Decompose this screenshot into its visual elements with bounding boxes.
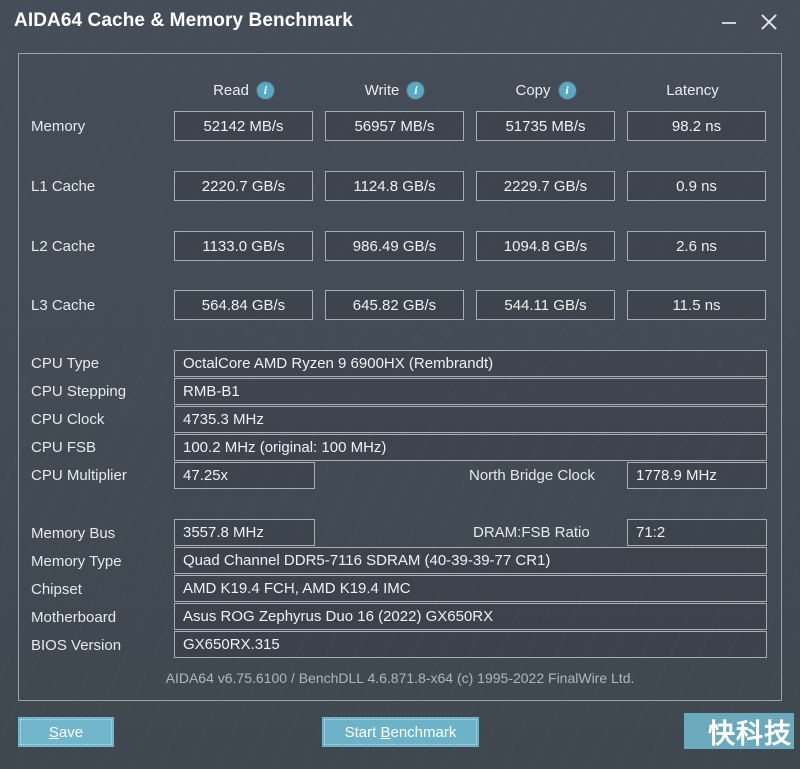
label-cpu-fsb: CPU FSB <box>31 439 97 456</box>
value-l1-write: 1124.8 GB/s <box>325 171 464 201</box>
label-cpu-clock: CPU Clock <box>31 411 105 428</box>
save-suffix: ave <box>58 723 84 741</box>
label-cpu-multiplier: CPU Multiplier <box>31 467 127 484</box>
value-cpu-clock: 4735.3 MHz <box>174 406 767 433</box>
value-l3-read: 564.84 GB/s <box>174 290 313 320</box>
value-l2-write: 986.49 GB/s <box>325 231 464 261</box>
value-bios-version: GX650RX.315 <box>174 631 767 658</box>
version-text: AIDA64 v6.75.6100 / BenchDLL 4.6.871.8-x… <box>165 670 635 686</box>
row-label-l1-cache: L1 Cache <box>31 178 96 195</box>
value-north-bridge-clock: 1778.9 MHz <box>627 462 767 489</box>
info-icon-write[interactable]: i <box>407 81 425 99</box>
value-l2-copy: 1094.8 GB/s <box>476 231 615 261</box>
label-north-bridge-clock: North Bridge Clock <box>469 467 595 484</box>
page-title: AIDA64 Cache & Memory Benchmark <box>14 10 353 31</box>
value-l2-latency: 2.6 ns <box>627 231 766 261</box>
label-chipset: Chipset <box>31 581 82 598</box>
close-icon[interactable] <box>752 6 786 38</box>
value-dram-fsb-ratio: 71:2 <box>627 519 767 546</box>
save-accel: S <box>48 723 59 741</box>
title-bar: AIDA64 Cache & Memory Benchmark <box>0 0 800 46</box>
start-prefix: Start <box>344 723 381 741</box>
value-l1-read: 2220.7 GB/s <box>174 171 313 201</box>
value-motherboard: Asus ROG Zephyrus Duo 16 (2022) GX650RX <box>174 603 767 630</box>
row-label-l2-cache: L2 Cache <box>31 238 96 255</box>
value-cpu-fsb: 100.2 MHz (original: 100 MHz) <box>174 434 767 461</box>
label-memory-type: Memory Type <box>31 553 122 570</box>
start-suffix: enchmark <box>390 723 457 741</box>
value-cpu-multiplier: 47.25x <box>174 462 315 489</box>
column-header-latency: Latency <box>666 81 719 99</box>
column-header-write: Write i <box>325 78 464 102</box>
label-memory-bus: Memory Bus <box>31 525 116 542</box>
label-dram-fsb-ratio: DRAM:FSB Ratio <box>473 524 590 541</box>
value-cpu-type: OctalCore AMD Ryzen 9 6900HX (Rembrandt) <box>174 350 767 377</box>
value-l3-write: 645.82 GB/s <box>325 290 464 320</box>
start-benchmark-button[interactable]: Start Benchmark <box>322 717 479 747</box>
label-motherboard: Motherboard <box>31 609 117 626</box>
save-button[interactable]: Save <box>18 717 114 747</box>
value-cpu-stepping: RMB-B1 <box>174 378 767 405</box>
info-icon-read[interactable]: i <box>256 81 274 99</box>
value-memory-write: 56957 MB/s <box>325 111 464 141</box>
value-memory-latency: 98.2 ns <box>627 111 766 141</box>
value-memory-copy: 51735 MB/s <box>476 111 615 141</box>
value-l3-latency: 11.5 ns <box>627 290 766 320</box>
aida64-benchmark-window: AIDA64 Cache & Memory Benchmark Read i W… <box>0 0 800 769</box>
row-label-l3-cache: L3 Cache <box>31 297 96 314</box>
start-accel: B <box>380 723 391 741</box>
value-l1-latency: 0.9 ns <box>627 171 766 201</box>
label-cpu-type: CPU Type <box>31 355 100 372</box>
label-cpu-stepping: CPU Stepping <box>31 383 127 400</box>
column-header-read: Read i <box>174 78 313 102</box>
value-memory-bus: 3557.8 MHz <box>174 519 315 546</box>
value-l1-copy: 2229.7 GB/s <box>476 171 615 201</box>
minimize-button[interactable] <box>712 6 746 38</box>
info-icon-copy[interactable]: i <box>558 81 576 99</box>
value-l2-read: 1133.0 GB/s <box>174 231 313 261</box>
row-label-memory: Memory <box>31 118 86 135</box>
column-header-copy: Copy i <box>476 78 615 102</box>
value-chipset: AMD K19.4 FCH, AMD K19.4 IMC <box>174 575 767 602</box>
value-memory-type: Quad Channel DDR5-7116 SDRAM (40-39-39-7… <box>174 547 767 574</box>
value-memory-read: 52142 MB/s <box>174 111 313 141</box>
label-bios-version: BIOS Version <box>31 637 122 654</box>
watermark: 快科技 <box>684 713 794 750</box>
value-l3-copy: 544.11 GB/s <box>476 290 615 320</box>
